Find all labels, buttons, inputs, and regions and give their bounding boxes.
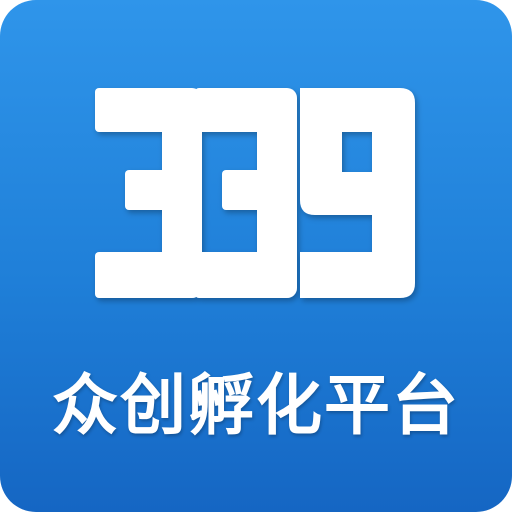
logo-digit-9 — [300, 88, 415, 298]
tagline: 众创孵化平台 — [52, 367, 460, 444]
logo-digit-3-first — [95, 88, 202, 298]
logo-digit-3-second — [195, 88, 297, 298]
app-icon-tile: 众创孵化平台 — [0, 0, 512, 512]
